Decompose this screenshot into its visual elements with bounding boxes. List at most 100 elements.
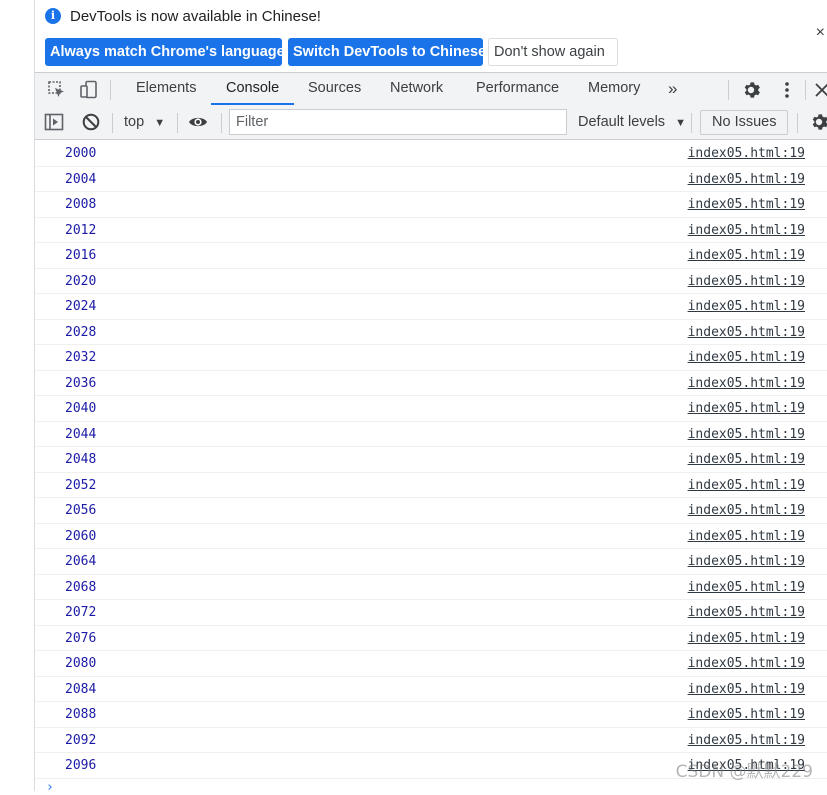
console-message-value: 2068 <box>65 579 97 595</box>
console-message-source-link[interactable]: index05.html:19 <box>688 452 805 467</box>
toolbar-divider <box>177 113 178 133</box>
console-message-value: 2096 <box>65 758 97 773</box>
console-message-value: 2024 <box>65 299 97 314</box>
kebab-menu-icon[interactable] <box>777 80 797 100</box>
inspect-element-icon[interactable] <box>47 80 67 100</box>
switch-to-chinese-button[interactable]: Switch DevTools to Chinese <box>288 38 486 66</box>
log-levels-dropdown[interactable]: Default levels ▼ <box>578 106 686 139</box>
csdn-watermark: CSDN @默默229 <box>675 762 813 782</box>
console-message-row: 2036 index05.html:19 <box>35 371 827 396</box>
show-sidebar-icon[interactable] <box>44 112 64 132</box>
dont-show-again-button[interactable]: Don't show again <box>488 38 618 66</box>
console-message-source-link[interactable]: index05.html:19 <box>688 631 805 646</box>
console-messages: 2000 index05.html:19 2004 index05.html:19 20… <box>35 141 827 779</box>
clear-console-icon[interactable] <box>81 112 101 132</box>
console-message-row: 2052 index05.html:19 <box>35 473 827 498</box>
console-message-row: 2040 index05.html:19 <box>35 396 827 422</box>
active-tab-indicator <box>211 103 294 105</box>
console-message-row: 2060 index05.html:19 <box>35 524 827 549</box>
console-message-source-link[interactable]: index05.html:19 <box>688 682 805 697</box>
tabbar-divider <box>805 80 806 100</box>
console-message-source-link[interactable]: index05.html:19 <box>688 248 805 263</box>
live-expression-eye-icon[interactable] <box>188 112 208 132</box>
tab-sources[interactable]: Sources <box>308 73 361 106</box>
console-message-row: 2012 index05.html:19 <box>35 218 827 243</box>
console-message-source-link[interactable]: index05.html:19 <box>688 605 805 620</box>
close-devtools-icon[interactable] <box>812 80 827 100</box>
console-message-value: 2092 <box>65 732 97 748</box>
console-message-source-link[interactable]: index05.html:19 <box>688 733 805 748</box>
tab-performance[interactable]: Performance <box>476 73 559 106</box>
toolbar-divider <box>691 113 692 133</box>
console-message-source-link[interactable]: index05.html:19 <box>688 376 805 391</box>
tab-memory[interactable]: Memory <box>588 73 640 106</box>
console-message-value: 2064 <box>65 554 97 569</box>
console-message-row: 2076 index05.html:19 <box>35 626 827 651</box>
console-message-source-link[interactable]: index05.html:19 <box>688 554 805 569</box>
more-tabs-icon[interactable]: » <box>668 73 677 106</box>
infobar-message: DevTools is now available in Chinese! <box>70 8 321 25</box>
console-message-value: 2056 <box>65 503 97 518</box>
console-message-row: 2044 index05.html:19 <box>35 422 827 447</box>
console-toolbar: top ▼ Default levels ▼ No Issues <box>35 106 827 140</box>
console-message-source-link[interactable]: index05.html:19 <box>688 580 805 595</box>
console-message-source-link[interactable]: index05.html:19 <box>688 274 805 289</box>
console-message-source-link[interactable]: index05.html:19 <box>688 146 805 161</box>
console-message-row: 2064 index05.html:19 <box>35 549 827 575</box>
console-message-row: 2008 index05.html:19 <box>35 192 827 218</box>
console-message-row: 2016 index05.html:19 <box>35 243 827 269</box>
issues-button[interactable]: No Issues <box>700 110 789 135</box>
console-message-row: 2088 index05.html:19 <box>35 702 827 728</box>
console-message-row: 2028 index05.html:19 <box>35 320 827 345</box>
console-settings-gear-icon[interactable] <box>809 112 827 132</box>
log-levels-label: Default levels <box>578 114 666 130</box>
console-message-source-link[interactable]: index05.html:19 <box>688 350 805 365</box>
console-message-source-link[interactable]: index05.html:19 <box>688 299 805 314</box>
console-message-source-link[interactable]: index05.html:19 <box>688 656 805 671</box>
infobar-close-icon[interactable]: × <box>816 24 825 42</box>
tabbar-divider <box>728 80 729 100</box>
language-infobar: i DevTools is now available in Chinese! … <box>35 0 827 72</box>
console-message-value: 2016 <box>65 248 97 263</box>
console-message-value: 2072 <box>65 605 97 620</box>
console-message-row: 2000 index05.html:19 <box>35 141 827 167</box>
settings-gear-icon[interactable] <box>741 80 761 100</box>
console-message-value: 2076 <box>65 630 97 646</box>
device-toolbar-icon[interactable] <box>79 80 99 100</box>
console-message-value: 2036 <box>65 375 97 391</box>
dropdown-caret-icon: ▼ <box>154 117 166 129</box>
context-value: top <box>124 114 145 130</box>
console-message-value: 2040 <box>65 401 97 416</box>
console-message-row: 2056 index05.html:19 <box>35 498 827 524</box>
filter-input[interactable] <box>229 109 567 135</box>
console-message-value: 2052 <box>65 477 97 493</box>
console-message-source-link[interactable]: index05.html:19 <box>688 197 805 212</box>
context-selector[interactable]: top ▼ <box>124 106 165 139</box>
console-message-source-link[interactable]: index05.html:19 <box>688 427 805 442</box>
info-icon: i <box>45 8 61 24</box>
devtools-panel: i DevTools is now available in Chinese! … <box>35 0 827 795</box>
console-message-source-link[interactable]: index05.html:19 <box>688 707 805 722</box>
tabbar-divider <box>110 80 111 100</box>
dropdown-caret-icon: ▼ <box>675 117 686 129</box>
console-message-source-link[interactable]: index05.html:19 <box>688 503 805 518</box>
toolbar-divider <box>797 113 798 133</box>
tab-elements[interactable]: Elements <box>136 73 196 106</box>
console-message-value: 2084 <box>65 681 97 697</box>
always-match-language-button[interactable]: Always match Chrome's language <box>45 38 285 66</box>
console-message-value: 2028 <box>65 324 97 340</box>
console-message-source-link[interactable]: index05.html:19 <box>688 172 805 187</box>
console-prompt-icon[interactable]: › <box>46 780 54 795</box>
console-message-value: 2044 <box>65 426 97 442</box>
devtools-tab-bar: Elements Console Sources Network Perform… <box>35 72 827 107</box>
console-message-source-link[interactable]: index05.html:19 <box>688 401 805 416</box>
tab-console[interactable]: Console <box>226 73 279 106</box>
console-message-source-link[interactable]: index05.html:19 <box>688 325 805 340</box>
console-message-row: 2072 index05.html:19 <box>35 600 827 626</box>
tab-network[interactable]: Network <box>390 73 443 106</box>
console-message-source-link[interactable]: index05.html:19 <box>688 478 805 493</box>
left-page-strip <box>0 0 35 791</box>
console-message-source-link[interactable]: index05.html:19 <box>688 529 805 544</box>
console-message-row: 2048 index05.html:19 <box>35 447 827 473</box>
console-message-source-link[interactable]: index05.html:19 <box>688 223 805 238</box>
